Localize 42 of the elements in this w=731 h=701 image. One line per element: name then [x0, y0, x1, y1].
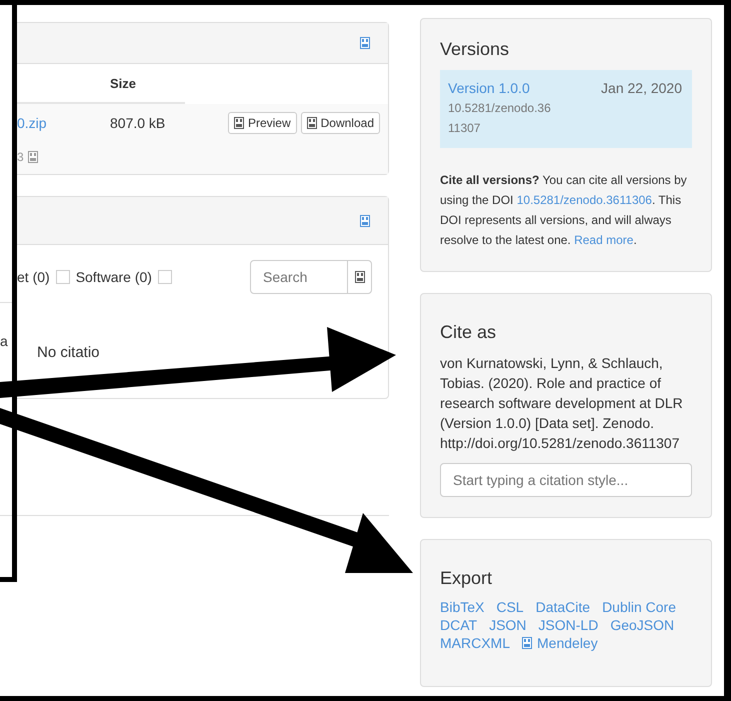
export-link[interactable]: GeoJSON [610, 617, 674, 633]
doi-link[interactable]: 10.5281/zenodo.3611306 [516, 193, 652, 207]
search-field[interactable]: Search [250, 260, 372, 294]
export-link[interactable]: DataCite [536, 599, 590, 615]
citation-style-field[interactable]: Start typing a citation style... [440, 463, 692, 497]
filter-checkbox[interactable] [56, 270, 70, 284]
file-link[interactable]: 0.zip [17, 115, 47, 131]
box-icon [360, 214, 370, 226]
footnote-text: 3 [17, 150, 24, 164]
export-link[interactable]: JSON [489, 617, 526, 633]
column-header: Size [110, 76, 136, 90]
panel-title: Cite as [440, 322, 498, 343]
version-item[interactable]: Version 1.0.0 Jan 22, 2020 10.5281/zenodo.3611307 [440, 70, 692, 148]
filter-label: et (0) [17, 269, 50, 285]
export-link[interactable]: DCAT [440, 617, 478, 633]
citation-text: von Kurnatowski, Lynn, & Schlauch, Tobias. (2020). Role and practice of research software development at DLR (Version 1.0.0) [Data set]. Zenodo. http://doi.org/10.5281/zenodo.3611307 [440, 354, 684, 453]
panel-title: Versions [440, 39, 510, 60]
box-icon [360, 37, 370, 49]
export-link[interactable]: Dublin Core [602, 599, 676, 615]
message-text: No citatio [37, 344, 101, 361]
export-link[interactable]: JSON-LD [538, 617, 598, 633]
version-date: Jan 22, 2020 [601, 80, 682, 96]
box-icon [522, 637, 532, 649]
box-icon [306, 117, 317, 129]
export-link[interactable]: BibTeX [440, 599, 484, 615]
file-button[interactable]: Preview [228, 112, 297, 134]
export-link[interactable]: CSL [496, 599, 524, 615]
box-icon [354, 271, 364, 283]
panel-title: Export [440, 568, 494, 589]
filter-label: Software (0) [76, 269, 152, 285]
version-doi: 10.5281/zenodo.3611307 [448, 100, 552, 137]
file-size: 807.0 kB [110, 115, 166, 131]
filter-checkbox[interactable] [158, 270, 172, 284]
box-icon [28, 151, 38, 163]
export-link[interactable]: MARCXML [440, 635, 510, 651]
versions-note: Cite all versions? You can cite all versions by using the DOI 10.5281/zenodo.3611306. This DOI represents all versions, and will always resolve to the latest one. Read more. [440, 172, 688, 249]
file-button[interactable]: Download [300, 112, 380, 134]
box-icon [234, 117, 244, 129]
doi-link[interactable]: Read more [574, 233, 634, 247]
cut-text: a [0, 333, 9, 349]
version-link[interactable]: Version 1.0.0 [448, 80, 530, 96]
export-link[interactable]: Mendeley [522, 635, 598, 651]
